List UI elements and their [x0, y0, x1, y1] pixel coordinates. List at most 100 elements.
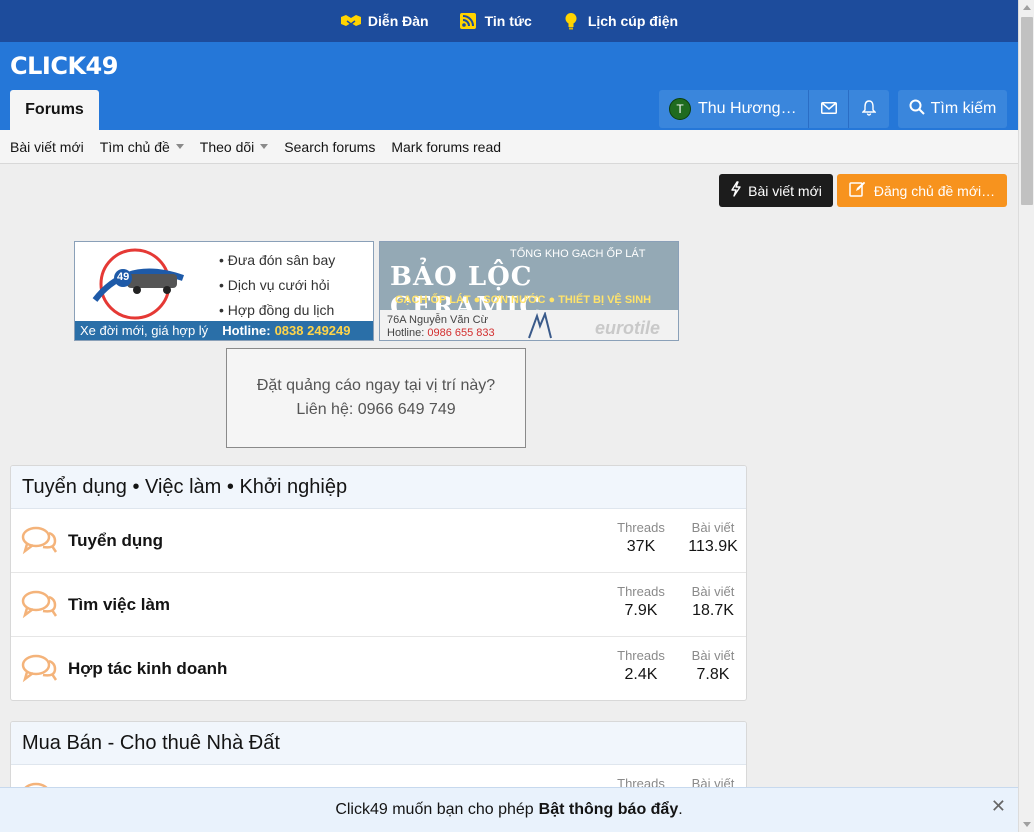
subnav-search-forums[interactable]: Search forums: [284, 139, 375, 155]
posts-count: 7.8K: [696, 666, 730, 683]
scroll-up-arrow-icon[interactable]: [1023, 5, 1031, 10]
rss-icon: [457, 12, 479, 30]
chat-bubbles-icon: [21, 589, 59, 624]
forum-node: Tìm việc làm Threads 7.9K Bài viết 18.7K: [11, 573, 746, 637]
car-logo-icon: [87, 248, 187, 323]
username: Thu Hương…: [698, 100, 797, 117]
forum-node: Hợp tác kinh doanh Threads 2.4K Bài viết…: [11, 637, 746, 700]
ad2-hotline-line: Hotline: 0986 655 833: [387, 327, 495, 339]
topbar-link-label: Diễn Đàn: [367, 13, 429, 29]
ad1-services: • Đưa đón sân bay • Dịch vụ cưới hỏi • H…: [219, 248, 335, 323]
posts-stat: Bài viết 113.9K: [681, 520, 745, 556]
envelope-icon: [820, 101, 837, 117]
push-notification-notice[interactable]: Click49 muốn bạn cho phép Bật thông báo …: [0, 787, 1018, 832]
new-posts-button[interactable]: Bài viết mới: [719, 174, 833, 207]
forum-title[interactable]: Tìm việc làm: [68, 595, 170, 615]
ad1-service-item: • Hợp đồng du lịch: [219, 302, 335, 318]
ad1-hotline: 0838 249249: [274, 323, 351, 338]
posts-count: 18.7K: [692, 602, 734, 619]
ad1-service-item: • Đưa đón sân bay: [219, 252, 336, 268]
notice-bold-text: Bật thông báo đẩy: [538, 801, 679, 818]
subnav-watched[interactable]: Theo dõi: [199, 138, 269, 155]
sub-navigation: Bài viết mới Tìm chủ đề Theo dõi Search …: [0, 130, 1018, 164]
alerts-button[interactable]: [849, 90, 889, 128]
category-title[interactable]: Tuyển dụng • Việc làm • Khởi nghiệp: [11, 466, 746, 509]
chat-bubbles-icon: [21, 653, 59, 688]
threads-stat: Threads 37K: [609, 520, 673, 556]
scroll-down-arrow-icon[interactable]: [1023, 822, 1031, 827]
tile-logo-icon: [525, 310, 555, 340]
posts-label: Bài viết: [691, 584, 735, 599]
new-posts-label: Bài viết mới: [748, 182, 822, 199]
threads-label: Threads: [617, 520, 665, 535]
ad2-supertitle: TỔNG KHO GẠCH ỐP LÁT: [510, 248, 646, 260]
ad1-hotline-label: Hotline:: [222, 323, 271, 338]
threads-label: Threads: [617, 584, 665, 599]
ad-banner-transport[interactable]: 49 • Đưa đón sân bay • Dịch vụ cưới hỏi …: [74, 241, 374, 341]
search-button[interactable]: Tìm kiếm: [898, 90, 1007, 128]
bell-icon: [861, 99, 877, 119]
forum-node: Tuyển dụng Threads 37K Bài viết 113.9K: [11, 509, 746, 573]
posts-stat: Bài viết 18.7K: [681, 584, 745, 620]
lightbulb-icon: [560, 12, 582, 30]
topbar-link-forums[interactable]: Diễn Đàn: [340, 12, 429, 30]
posts-label: Bài viết: [691, 520, 735, 535]
ad2-tags: GẠCH ỐP LÁT ● SƠN NƯỚC ● THIẾT BỊ VỆ SIN…: [395, 294, 652, 306]
forum-title[interactable]: Tuyển dụng: [68, 531, 163, 551]
scrollbar-thumb[interactable]: [1021, 17, 1033, 205]
threads-count: 2.4K: [624, 666, 658, 683]
ad1-logo-number: 49: [117, 271, 130, 283]
ad1-footer-text: Xe đời mới, giá hợp lý: [80, 323, 209, 338]
search-label: Tìm kiếm: [930, 100, 997, 117]
ad2-bottom: 76A Nguyễn Văn Cừ Hotline: 0986 655 833 …: [380, 310, 678, 340]
inbox-button[interactable]: [809, 90, 849, 128]
threads-label: Threads: [617, 648, 665, 663]
threads-stat: Threads 7.9K: [609, 584, 673, 620]
caret-down-icon: [260, 144, 269, 149]
subnav-new-posts[interactable]: Bài viết mới: [10, 139, 84, 155]
tab-forums[interactable]: Forums: [10, 90, 99, 130]
ad-placeholder-line1: Đặt quảng cáo ngay tại vị trí này?: [256, 377, 496, 394]
forum-title[interactable]: Hợp tác kinh doanh: [68, 659, 227, 679]
posts-count: 113.9K: [688, 538, 738, 555]
top-navigation-bar: Diễn Đàn Tin tức Lịch cúp điện: [0, 0, 1018, 42]
chat-bubbles-icon: [21, 525, 59, 560]
site-header: CLICK49 Forums T Thu Hương… Tìm kiếm: [0, 42, 1018, 130]
site-logo[interactable]: CLICK49: [10, 52, 118, 80]
search-icon: [909, 99, 925, 120]
threads-count: 7.9K: [624, 602, 658, 619]
subnav-label: Theo dõi: [199, 138, 255, 155]
edit-icon: [849, 181, 866, 200]
close-icon[interactable]: ✕: [991, 796, 1006, 817]
subnav-label: Tìm chủ đề: [99, 138, 170, 155]
ad2-brand: eurotile: [595, 318, 661, 338]
caret-down-icon: [175, 144, 184, 149]
topbar-link-news[interactable]: Tin tức: [457, 12, 532, 30]
category-block: Tuyển dụng • Việc làm • Khởi nghiệp Tuyể…: [10, 465, 747, 701]
subnav-mark-read[interactable]: Mark forums read: [391, 139, 501, 155]
ad-placeholder-line2: Liên hệ: 0966 649 749: [296, 401, 456, 418]
notice-period: .: [678, 801, 683, 818]
scrollbar[interactable]: [1018, 0, 1034, 832]
ad1-footer: Xe đời mới, giá hợp lý Hotline: 0838 249…: [75, 321, 373, 340]
ad2-address-block: 76A Nguyễn Văn Cừ Hotline: 0986 655 833: [387, 314, 495, 340]
topbar-link-label: Lịch cúp điện: [587, 13, 679, 29]
ad-placeholder[interactable]: Đặt quảng cáo ngay tại vị trí này? Liên …: [226, 348, 526, 448]
category-title[interactable]: Mua Bán - Cho thuê Nhà Đất: [11, 722, 746, 765]
subnav-find-threads[interactable]: Tìm chủ đề: [100, 139, 184, 155]
account-button[interactable]: T Thu Hương…: [659, 90, 809, 128]
posts-label: Bài viết: [691, 648, 735, 663]
topbar-link-label: Tin tức: [484, 13, 532, 29]
threads-count: 37K: [626, 538, 656, 555]
ad1-service-item: • Dịch vụ cưới hỏi: [219, 277, 330, 293]
avatar: T: [669, 98, 691, 120]
topbar-link-power-schedule[interactable]: Lịch cúp điện: [560, 12, 678, 30]
ad-banner-ceramic[interactable]: TỔNG KHO GẠCH ỐP LÁT BẢO LỘC CERAMIC GẠC…: [379, 241, 679, 341]
ad2-address: 76A Nguyễn Văn Cừ: [387, 314, 488, 326]
bolt-icon: [730, 181, 742, 200]
posts-stat: Bài viết 7.8K: [681, 648, 745, 684]
ad2-hotline: 0986 655 833: [427, 327, 495, 339]
threads-stat: Threads 2.4K: [609, 648, 673, 684]
post-thread-label: Đăng chủ đề mới…: [873, 182, 996, 199]
post-thread-button[interactable]: Đăng chủ đề mới…: [837, 174, 1007, 207]
